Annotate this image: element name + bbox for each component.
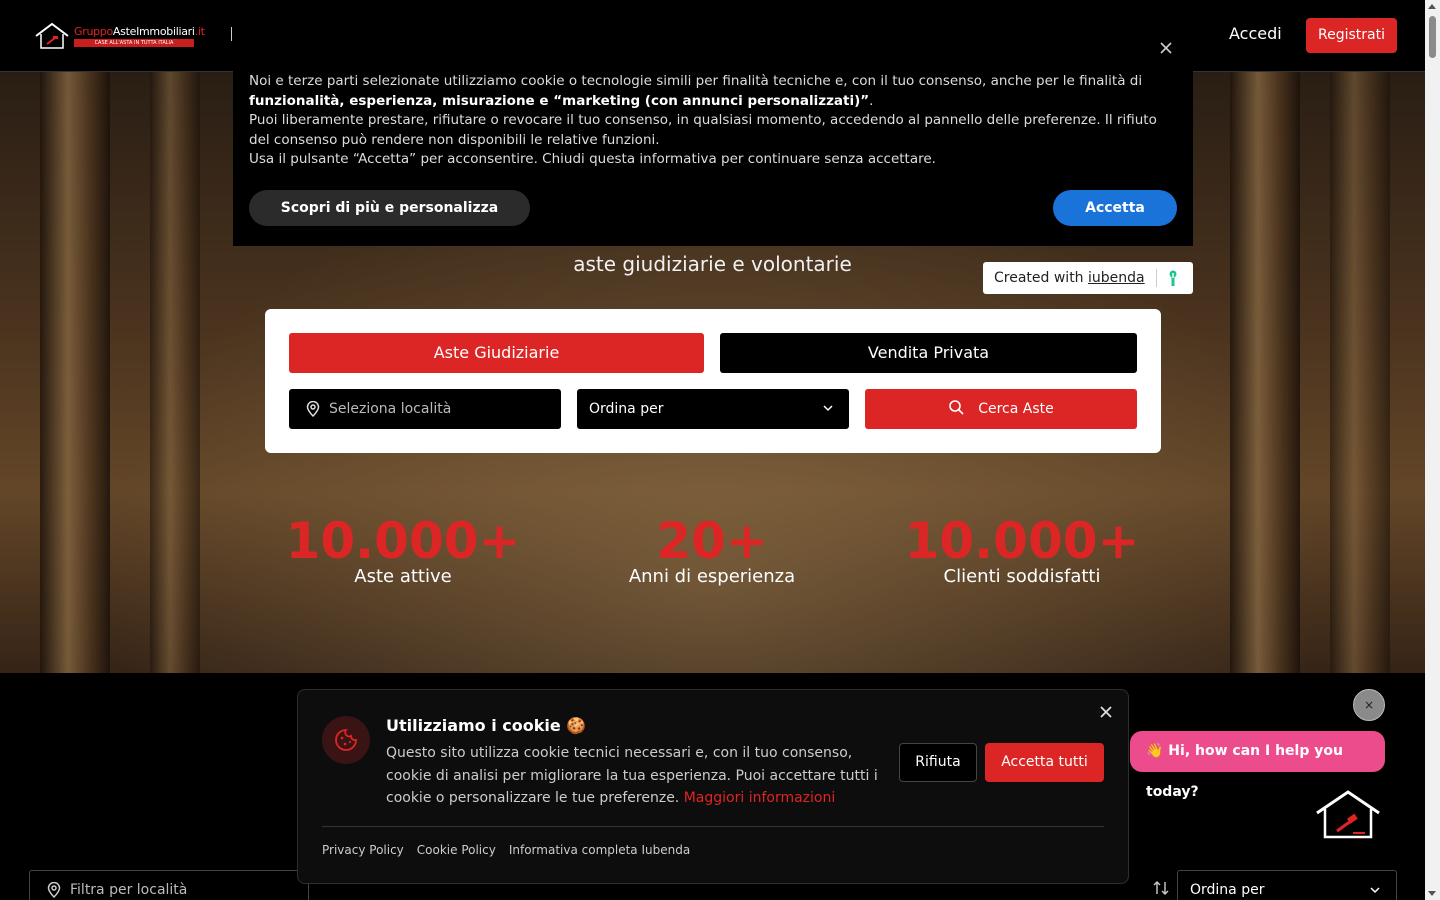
stat-label: Anni di esperienza (628, 566, 796, 587)
iubenda-badge[interactable]: Created with iubenda (983, 262, 1193, 294)
iubenda-p3: Usa il pulsante “Accetta” per acconsenti… (249, 151, 936, 168)
accept-button[interactable]: Accetta (1053, 190, 1177, 226)
header-divider (231, 27, 232, 41)
chat-close-button[interactable]: × (1353, 689, 1385, 721)
cookie-description: Questo sito utilizza cookie tecnici nece… (386, 742, 886, 810)
chevron-down-icon (823, 405, 833, 412)
site-logo[interactable]: GruppoAsteImmobiliari.it CASE ALL'ASTA I… (34, 22, 205, 50)
search-button-label: Cerca Aste (978, 401, 1054, 417)
stat-value: 20+ (656, 512, 768, 570)
cookie-links: Privacy Policy Cookie Policy Informativa c… (322, 843, 703, 857)
logo-part-4: .it (194, 25, 205, 38)
location-pin-icon (47, 882, 61, 898)
close-icon[interactable] (1099, 705, 1113, 719)
iubenda-policy-link[interactable]: Informativa completa Iubenda (509, 843, 690, 857)
iubenda-link[interactable]: iubenda (1088, 270, 1145, 286)
logo-part-1: Gruppo (74, 25, 113, 38)
register-button[interactable]: Registrati (1306, 18, 1397, 53)
badge-separator (1156, 269, 1157, 287)
filter-location-input[interactable]: Filtra per località (29, 870, 309, 900)
search-icon (949, 400, 964, 415)
stat-satisfied-clients: 10.000+ Clienti soddisfatti (872, 512, 1172, 587)
stat-value: 10.000+ (285, 512, 521, 570)
iubenda-close-icon[interactable] (1160, 42, 1172, 54)
customize-button[interactable]: Scopri di più e personalizza (249, 190, 530, 226)
logo-part-2: Aste (112, 25, 137, 38)
tab-vendita-privata[interactable]: Vendita Privata (720, 333, 1137, 373)
page-scrollbar[interactable] (1425, 0, 1440, 900)
iubenda-p1-bold: funzionalità, esperienza, misurazione e … (249, 92, 870, 109)
cookie-icon-badge (322, 716, 370, 764)
scrollbar-thumb[interactable] (1429, 16, 1436, 58)
filter-placeholder: Filtra per località (70, 882, 188, 898)
location-placeholder: Seleziona località (329, 401, 452, 417)
logo-tagline: CASE ALL'ASTA IN TUTTA ITALIA (74, 39, 194, 47)
reject-button[interactable]: Rifiuta (899, 743, 977, 782)
cookie-modal: Utilizziamo i cookie 🍪 Questo sito utili… (297, 689, 1129, 884)
logo-wordmark: GruppoAsteImmobiliari.it (74, 25, 205, 38)
cookie-title: Utilizziamo i cookie 🍪 (386, 716, 587, 735)
location-select[interactable]: Seleziona località (289, 389, 561, 429)
iubenda-consent-text: Noi e terze parti selezionate utilizziam… (249, 72, 1169, 170)
chat-greeting-bubble[interactable]: 👋 Hi, how can I help you today? (1130, 731, 1385, 800)
cookie-divider (322, 826, 1104, 827)
sort-icon[interactable] (1153, 880, 1169, 896)
key-icon (1169, 270, 1177, 286)
privacy-policy-link[interactable]: Privacy Policy (322, 843, 404, 857)
scroll-up-arrow[interactable] (1428, 4, 1436, 9)
cookie-icon (335, 729, 357, 751)
created-with-text: Created with (994, 270, 1089, 286)
search-card: Aste Giudiziarie Vendita Privata Selezio… (265, 309, 1161, 453)
tab-aste-giudiziarie[interactable]: Aste Giudiziarie (289, 333, 704, 373)
search-auctions-button[interactable]: Cerca Aste (865, 389, 1137, 429)
listing-order-select[interactable]: Ordina per (1177, 870, 1397, 900)
order-select-label: Ordina per (589, 401, 664, 417)
cookie-policy-link[interactable]: Cookie Policy (417, 843, 496, 857)
accept-all-button[interactable]: Accetta tutti (985, 743, 1104, 782)
chevron-down-icon (1370, 887, 1380, 894)
house-logo-icon (35, 22, 69, 49)
stat-active-auctions: 10.000+ Aste attive (253, 512, 553, 587)
iubenda-p2: Puoi liberamente prestare, rifiutare o r… (249, 112, 1157, 148)
stat-years-experience: 20+ Anni di esperienza (562, 512, 862, 587)
login-link[interactable]: Accedi (1229, 24, 1282, 43)
iubenda-p1-start: Noi e terze parti selezionate utilizziam… (249, 73, 1143, 89)
hero-subtitle: aste giudiziarie e volontarie (573, 252, 852, 276)
logo-part-3: Immobiliari (136, 25, 195, 38)
scroll-down-arrow[interactable] (1428, 891, 1436, 896)
site-header: GruppoAsteImmobiliari.it CASE ALL'ASTA I… (0, 0, 1425, 72)
stat-value: 10.000+ (904, 512, 1140, 570)
listing-order-label: Ordina per (1190, 882, 1265, 898)
location-pin-icon (306, 401, 320, 417)
house-gavel-icon[interactable] (1313, 789, 1383, 841)
iubenda-consent-banner: Noi e terze parti selezionate utilizziam… (233, 70, 1193, 246)
more-info-link[interactable]: Maggiori informazioni (684, 790, 836, 806)
iubenda-p1-end: . (869, 92, 874, 109)
order-select[interactable]: Ordina per (577, 389, 849, 429)
